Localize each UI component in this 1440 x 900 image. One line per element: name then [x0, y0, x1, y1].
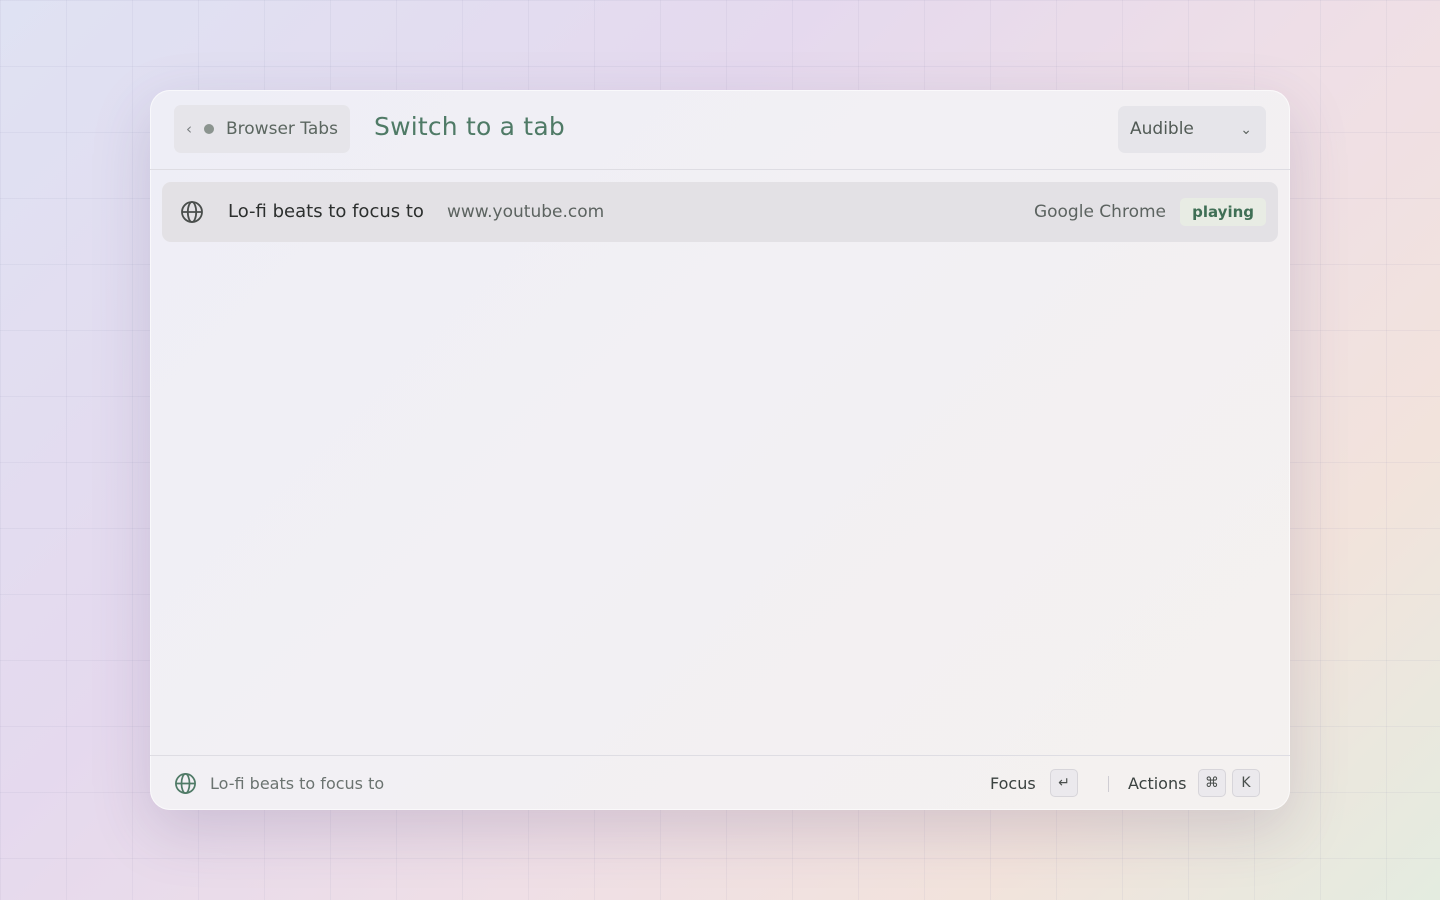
filter-dropdown-value: Audible: [1130, 119, 1194, 139]
globe-icon: [175, 773, 196, 794]
back-button[interactable]: ‹ Browser Tabs: [174, 105, 350, 153]
launcher-window: ‹ Browser Tabs Switch to a tab Audible ⌄…: [150, 90, 1290, 810]
tab-title: Lo-fi beats to focus to: [228, 201, 424, 222]
status-badge: playing: [1180, 198, 1266, 226]
extension-dot-icon: [204, 124, 214, 134]
chevron-left-icon: ‹: [186, 120, 192, 138]
header-bar: ‹ Browser Tabs Switch to a tab Audible ⌄: [150, 90, 1290, 170]
footer-divider: [1108, 776, 1109, 792]
k-key-hint: K: [1232, 769, 1260, 797]
focus-action-button[interactable]: Focus: [990, 774, 1036, 793]
enter-key-hint: ↵: [1050, 769, 1078, 797]
back-button-label: Browser Tabs: [226, 119, 338, 139]
filter-dropdown[interactable]: Audible ⌄: [1118, 106, 1266, 153]
footer-bar: Lo-fi beats to focus to Focus ↵ Actions …: [150, 755, 1290, 810]
selected-item-title: Lo-fi beats to focus to: [210, 774, 385, 793]
command-key-hint: ⌘: [1198, 769, 1226, 797]
actions-button[interactable]: Actions: [1128, 774, 1186, 793]
list-item[interactable]: Lo-fi beats to focus to www.youtube.com …: [162, 182, 1278, 242]
tab-list: Lo-fi beats to focus to www.youtube.com …: [162, 182, 1278, 242]
page-title: Switch to a tab: [374, 112, 565, 141]
chevron-down-icon: ⌄: [1240, 122, 1252, 138]
tab-browser: Google Chrome: [1033, 202, 1166, 222]
tab-url: www.youtube.com: [447, 202, 605, 222]
globe-icon: [181, 201, 203, 223]
